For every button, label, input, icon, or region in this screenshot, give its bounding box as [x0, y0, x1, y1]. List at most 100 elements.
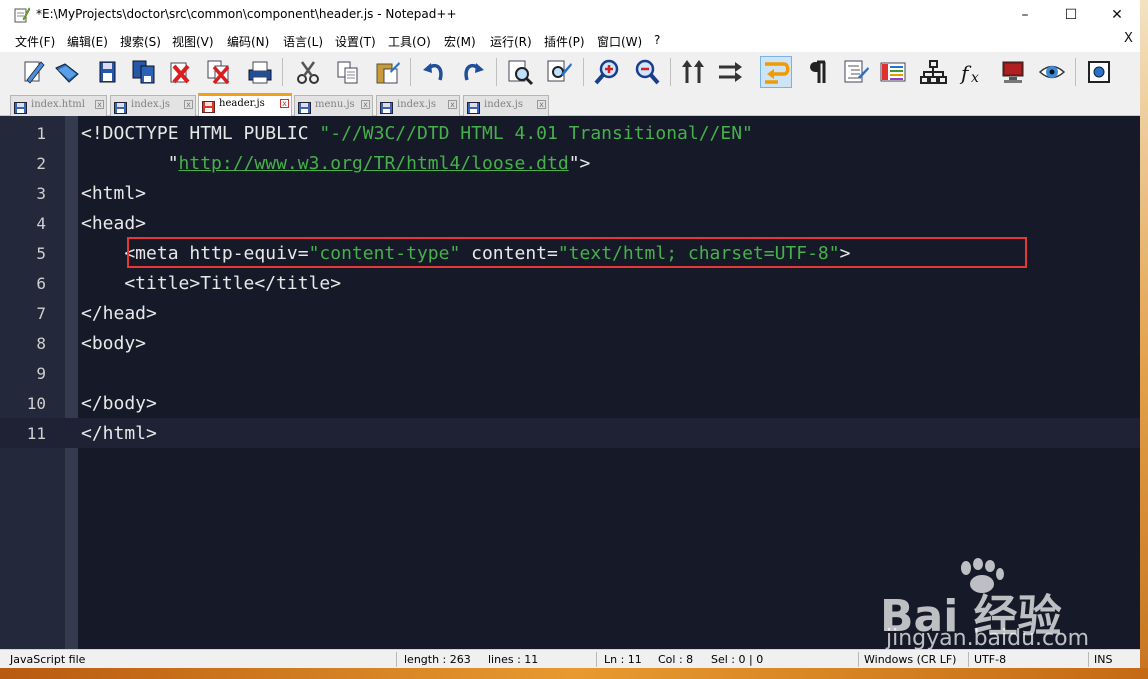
code-text[interactable]: </body> — [81, 393, 157, 414]
code-text[interactable]: <body> — [81, 333, 146, 354]
code-line[interactable]: 3 <html> — [0, 178, 1140, 208]
code-text[interactable]: "http://www.w3.org/TR/html4/loose.dtd"> — [81, 153, 591, 174]
code-line[interactable]: 11 </html> — [0, 418, 1140, 448]
undo-icon[interactable] — [418, 56, 450, 88]
code-line[interactable]: 4 <head> — [0, 208, 1140, 238]
indent-guide-icon[interactable] — [840, 56, 872, 88]
code-text[interactable]: <!DOCTYPE HTML PUBLIC "-//W3C//DTD HTML … — [81, 123, 753, 144]
code-line[interactable]: 8 <body> — [0, 328, 1140, 358]
tab-close-icon[interactable]: x — [361, 100, 370, 109]
save-all-icon[interactable] — [128, 56, 160, 88]
tab-close-icon[interactable]: x — [537, 100, 546, 109]
code-text[interactable]: </head> — [81, 303, 157, 324]
code-token: <body> — [81, 333, 147, 354]
sync-vertical-icon[interactable] — [677, 56, 709, 88]
title-bar[interactable]: *E:\MyProjects\doctor\src\common\compone… — [0, 0, 1140, 30]
print-icon[interactable] — [244, 56, 276, 88]
maximize-button[interactable]: ☐ — [1048, 0, 1094, 30]
code-line[interactable]: 2 "http://www.w3.org/TR/html4/loose.dtd"… — [0, 148, 1140, 178]
tab-index-js[interactable]: index.js x — [110, 95, 196, 116]
status-file-type: JavaScript file — [10, 653, 86, 666]
code-line[interactable]: 9 — [0, 358, 1140, 388]
code-token: "> — [568, 153, 591, 174]
menu-help[interactable]: ? — [654, 33, 660, 47]
line-number: 7 — [36, 304, 46, 323]
code-url-link[interactable]: http://www.w3.org/TR/html4/loose.dtd — [179, 153, 569, 174]
udl-icon[interactable] — [877, 56, 909, 88]
tab-bar: index.html x index.js x header.js x menu… — [0, 92, 1140, 116]
close-window-button[interactable]: ✕ — [1094, 0, 1140, 30]
replace-icon[interactable] — [543, 56, 575, 88]
status-separator — [858, 652, 859, 667]
menu-run[interactable]: 运行(R) — [490, 33, 532, 50]
tab-close-icon[interactable]: x — [184, 100, 193, 109]
open-file-icon[interactable] — [51, 56, 83, 88]
monitor-icon[interactable] — [997, 56, 1029, 88]
code-line[interactable]: 6 <title>Title</title> — [0, 268, 1140, 298]
tab-close-icon[interactable]: x — [95, 100, 104, 109]
menu-edit[interactable]: 编辑(E) — [67, 33, 108, 50]
tab-header-js[interactable]: header.js x — [198, 93, 292, 116]
show-all-chars-icon[interactable] — [801, 56, 833, 88]
tab-menu-js[interactable]: menu.js x — [294, 95, 373, 116]
menu-plugins[interactable]: 插件(P) — [544, 33, 585, 50]
find-icon[interactable] — [504, 56, 536, 88]
tab-close-icon[interactable]: x — [280, 99, 289, 108]
new-file-icon[interactable] — [17, 56, 49, 88]
zoom-out-icon[interactable] — [630, 56, 662, 88]
code-token: <!DOCTYPE HTML PUBLIC — [81, 123, 320, 144]
window-title: *E:\MyProjects\doctor\src\common\compone… — [36, 7, 457, 21]
close-document-x[interactable]: X — [1124, 31, 1133, 46]
record-macro-icon[interactable] — [1083, 56, 1115, 88]
word-wrap-icon[interactable] — [760, 56, 792, 88]
line-number: 11 — [26, 424, 46, 443]
menu-encoding[interactable]: 编码(N) — [227, 33, 269, 50]
svg-text:x: x — [971, 70, 979, 86]
paste-icon[interactable] — [371, 56, 403, 88]
code-line[interactable]: 10 </body> — [0, 388, 1140, 418]
code-line[interactable]: 7 </head> — [0, 298, 1140, 328]
menu-view[interactable]: 视图(V) — [172, 33, 214, 50]
close-icon[interactable] — [164, 56, 196, 88]
close-all-icon[interactable] — [203, 56, 235, 88]
toolbar-separator — [496, 58, 497, 86]
sync-horizontal-icon[interactable] — [714, 56, 746, 88]
status-line-number: Ln : 11 — [604, 653, 642, 666]
menu-window[interactable]: 窗口(W) — [597, 33, 642, 50]
menu-tools[interactable]: 工具(O) — [388, 33, 431, 50]
status-bar: JavaScript file length : 263 lines : 11 … — [0, 649, 1140, 668]
zoom-in-icon[interactable] — [591, 56, 623, 88]
tab-index-html[interactable]: index.html x — [10, 95, 107, 116]
minimize-button[interactable]: – — [1002, 0, 1048, 30]
redo-icon[interactable] — [457, 56, 489, 88]
tab-index-js-3[interactable]: index.js x — [463, 95, 549, 116]
code-text[interactable]: <title>Title</title> — [81, 273, 341, 294]
cut-icon[interactable] — [292, 56, 324, 88]
menu-macro[interactable]: 宏(M) — [444, 33, 476, 50]
desktop-background-bottom — [0, 668, 1148, 679]
menu-language[interactable]: 语言(L) — [283, 33, 323, 50]
menu-settings[interactable]: 设置(T) — [335, 33, 376, 50]
tab-index-js-2[interactable]: index.js x — [376, 95, 460, 116]
line-number: 2 — [36, 154, 46, 173]
function-list-icon[interactable]: fx — [956, 56, 988, 88]
status-insert-mode[interactable]: INS — [1094, 653, 1112, 666]
tab-label: index.js — [484, 99, 524, 110]
code-text[interactable]: </html> — [81, 423, 157, 444]
tab-label: index.html — [31, 99, 85, 110]
code-line[interactable]: 1 <!DOCTYPE HTML PUBLIC "-//W3C//DTD HTML… — [0, 118, 1140, 148]
save-icon[interactable] — [92, 56, 124, 88]
status-encoding[interactable]: UTF-8 — [974, 653, 1006, 666]
code-text[interactable]: <head> — [81, 213, 146, 234]
line-number: 8 — [36, 334, 46, 353]
copy-icon[interactable] — [332, 56, 364, 88]
toolbar-separator — [282, 58, 283, 86]
tab-close-icon[interactable]: x — [448, 100, 457, 109]
eye-icon[interactable] — [1036, 56, 1068, 88]
menu-file[interactable]: 文件(F) — [15, 33, 55, 50]
code-text[interactable]: <html> — [81, 183, 146, 204]
saved-file-icon — [467, 99, 480, 114]
doc-map-icon[interactable] — [917, 56, 949, 88]
menu-search[interactable]: 搜索(S) — [120, 33, 161, 50]
status-eol[interactable]: Windows (CR LF) — [864, 653, 956, 666]
